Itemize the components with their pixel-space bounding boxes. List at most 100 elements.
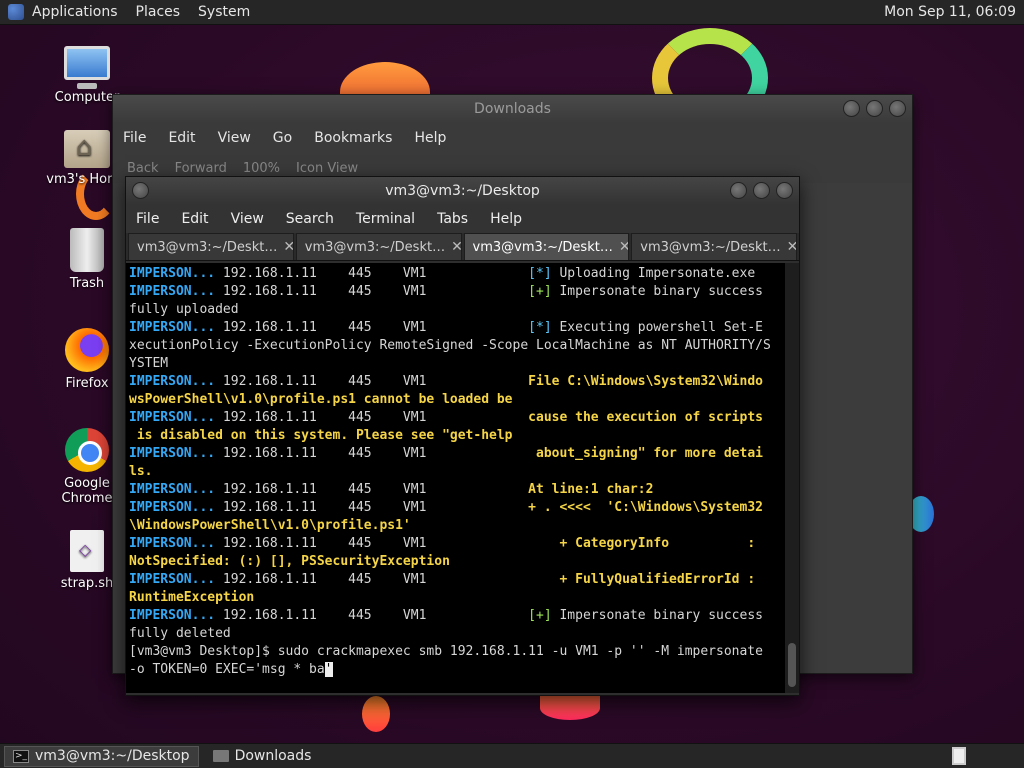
terminal-text: IMPERSON... xyxy=(129,572,216,587)
menu-applications[interactable]: Applications xyxy=(32,4,118,20)
terminal-text: + . <<<< 'C:\Windows\System32 xyxy=(528,500,763,515)
downloads-titlebar[interactable]: Downloads xyxy=(113,95,912,123)
tab-label: vm3@vm3:~/Deskt… xyxy=(304,239,446,255)
text-cursor: ' xyxy=(324,662,333,677)
close-icon[interactable]: ✕ xyxy=(283,239,292,255)
menu-tabs[interactable]: Tabs xyxy=(437,211,468,227)
menu-system[interactable]: System xyxy=(198,4,250,20)
menu-terminal[interactable]: Terminal xyxy=(356,211,415,227)
terminal-text: 192.168.1.11 445 VM1 xyxy=(215,320,529,335)
chrome-icon xyxy=(65,428,109,472)
window-menu-button[interactable] xyxy=(132,182,149,199)
terminal-text: fully deleted xyxy=(129,626,231,641)
menu-bookmarks[interactable]: Bookmarks xyxy=(314,130,392,146)
terminal-text: \WindowsPowerShell\v1.0\profile.ps1' xyxy=(129,518,411,533)
applications-icon[interactable] xyxy=(8,4,24,20)
terminal-text: IMPERSON... xyxy=(129,320,216,335)
window-title: Downloads xyxy=(474,101,551,117)
terminal-titlebar[interactable]: vm3@vm3:~/Desktop xyxy=(126,177,799,205)
bottom-taskbar: >_ vm3@vm3:~/Desktop Downloads xyxy=(0,743,1024,768)
taskbar-item-label: vm3@vm3:~/Desktop xyxy=(35,748,190,764)
terminal-line: IMPERSON... 192.168.1.11 445 VM1 At line… xyxy=(129,481,783,499)
taskbar-item-downloads[interactable]: Downloads xyxy=(205,746,320,767)
wallpaper-shape xyxy=(540,696,600,720)
zoom-level[interactable]: 100% xyxy=(243,161,280,176)
tab-label: vm3@vm3:~/Deskt… xyxy=(472,239,613,255)
menu-view[interactable]: View xyxy=(231,211,264,227)
terminal-text: + FullyQualifiedErrorId : xyxy=(528,572,756,587)
menu-search[interactable]: Search xyxy=(286,211,334,227)
top-panel: Applications Places System Mon Sep 11, 0… xyxy=(0,0,1024,25)
terminal-line: IMPERSON... 192.168.1.11 445 VM1 [+] Imp… xyxy=(129,607,783,625)
terminal-text: IMPERSON... xyxy=(129,536,216,551)
minimize-button[interactable] xyxy=(730,182,747,199)
taskbar-item-terminal[interactable]: >_ vm3@vm3:~/Desktop xyxy=(4,745,199,767)
terminal-tab[interactable]: vm3@vm3:~/Deskt… ✕ xyxy=(631,233,797,260)
menu-file[interactable]: File xyxy=(123,130,146,146)
terminal-text: NotSpecified: (:) [], PSSecurityExceptio… xyxy=(129,554,450,569)
terminal-line: is disabled on this system. Please see "… xyxy=(129,427,783,445)
terminal-line: IMPERSON... 192.168.1.11 445 VM1 [*] Exe… xyxy=(129,319,783,337)
terminal-text: is disabled on this system. Please see "… xyxy=(129,428,513,443)
terminal-menubar: File Edit View Search Terminal Tabs Help xyxy=(126,205,799,233)
menu-help[interactable]: Help xyxy=(414,130,446,146)
terminal-text: 192.168.1.11 445 VM1 xyxy=(215,284,529,299)
terminal-text: about_signing" for more detai xyxy=(528,446,763,461)
terminal-text: 192.168.1.11 445 VM1 xyxy=(215,446,529,461)
terminal-line: IMPERSON... 192.168.1.11 445 VM1 [+] Imp… xyxy=(129,283,783,301)
terminal-text: Impersonate binary success xyxy=(551,608,763,623)
terminal-text: -o TOKEN=0 EXEC='msg * ba xyxy=(129,662,325,677)
menu-file[interactable]: File xyxy=(136,211,159,227)
back-button[interactable]: Back xyxy=(127,161,159,176)
terminal-text: 192.168.1.11 445 VM1 xyxy=(215,266,529,281)
menu-edit[interactable]: Edit xyxy=(168,130,195,146)
terminal-text: 192.168.1.11 445 VM1 xyxy=(215,608,529,623)
terminal-text: [vm3@vm3 Desktop]$ sudo crackmapexec smb… xyxy=(129,644,763,659)
close-icon[interactable]: ✕ xyxy=(619,239,628,255)
clock[interactable]: Mon Sep 11, 06:09 xyxy=(884,4,1016,20)
menu-go[interactable]: Go xyxy=(273,130,292,146)
terminal-line: xecutionPolicy -ExecutionPolicy RemoteSi… xyxy=(129,337,783,355)
terminal-icon: >_ xyxy=(13,749,29,763)
terminal-text: 192.168.1.11 445 VM1 xyxy=(215,482,529,497)
downloads-menubar: File Edit View Go Bookmarks Help xyxy=(113,123,912,153)
close-icon[interactable]: ✕ xyxy=(787,239,796,255)
terminal-output[interactable]: IMPERSON... 192.168.1.11 445 VM1 [*] Upl… xyxy=(126,263,786,693)
terminal-text: Impersonate binary success xyxy=(551,284,763,299)
close-button[interactable] xyxy=(889,100,906,117)
terminal-text: IMPERSON... xyxy=(129,266,216,281)
terminal-line: IMPERSON... 192.168.1.11 445 VM1 about_s… xyxy=(129,445,783,463)
terminal-text: wsPowerShell\v1.0\profile.ps1 cannot be … xyxy=(129,392,513,407)
terminal-text: [*] xyxy=(528,320,552,335)
close-button[interactable] xyxy=(776,182,793,199)
maximize-button[interactable] xyxy=(753,182,770,199)
terminal-tab-active[interactable]: vm3@vm3:~/Deskt… ✕ xyxy=(463,233,630,260)
menu-places[interactable]: Places xyxy=(136,4,181,20)
firefox-icon xyxy=(65,328,109,372)
maximize-button[interactable] xyxy=(866,100,883,117)
terminal-line: wsPowerShell\v1.0\profile.ps1 cannot be … xyxy=(129,391,783,409)
wallpaper-shape xyxy=(362,696,390,732)
close-icon[interactable]: ✕ xyxy=(451,239,460,255)
terminal-text: IMPERSON... xyxy=(129,374,216,389)
terminal-line: -o TOKEN=0 EXEC='msg * ba' xyxy=(129,661,783,679)
terminal-text: At line:1 char:2 xyxy=(528,482,654,497)
terminal-text: IMPERSON... xyxy=(129,482,216,497)
terminal-text: ls. xyxy=(129,464,153,479)
terminal-text: [+] xyxy=(528,608,552,623)
terminal-tab[interactable]: vm3@vm3:~/Deskt… ✕ xyxy=(295,233,462,260)
terminal-window[interactable]: vm3@vm3:~/Desktop File Edit View Search … xyxy=(125,176,800,696)
forward-button[interactable]: Forward xyxy=(175,161,227,176)
minimize-button[interactable] xyxy=(843,100,860,117)
terminal-text: [*] xyxy=(528,266,552,281)
scrollbar-thumb[interactable] xyxy=(788,643,796,687)
terminal-tab[interactable]: vm3@vm3:~/Deskt… ✕ xyxy=(128,233,294,260)
terminal-scrollbar[interactable] xyxy=(785,263,799,693)
menu-help[interactable]: Help xyxy=(490,211,522,227)
menu-view[interactable]: View xyxy=(218,130,251,146)
workspace-switcher-icon[interactable] xyxy=(952,747,966,765)
terminal-line: fully uploaded xyxy=(129,301,783,319)
view-select[interactable]: Icon View xyxy=(296,161,358,176)
menu-edit[interactable]: Edit xyxy=(181,211,208,227)
folder-icon xyxy=(212,750,229,762)
